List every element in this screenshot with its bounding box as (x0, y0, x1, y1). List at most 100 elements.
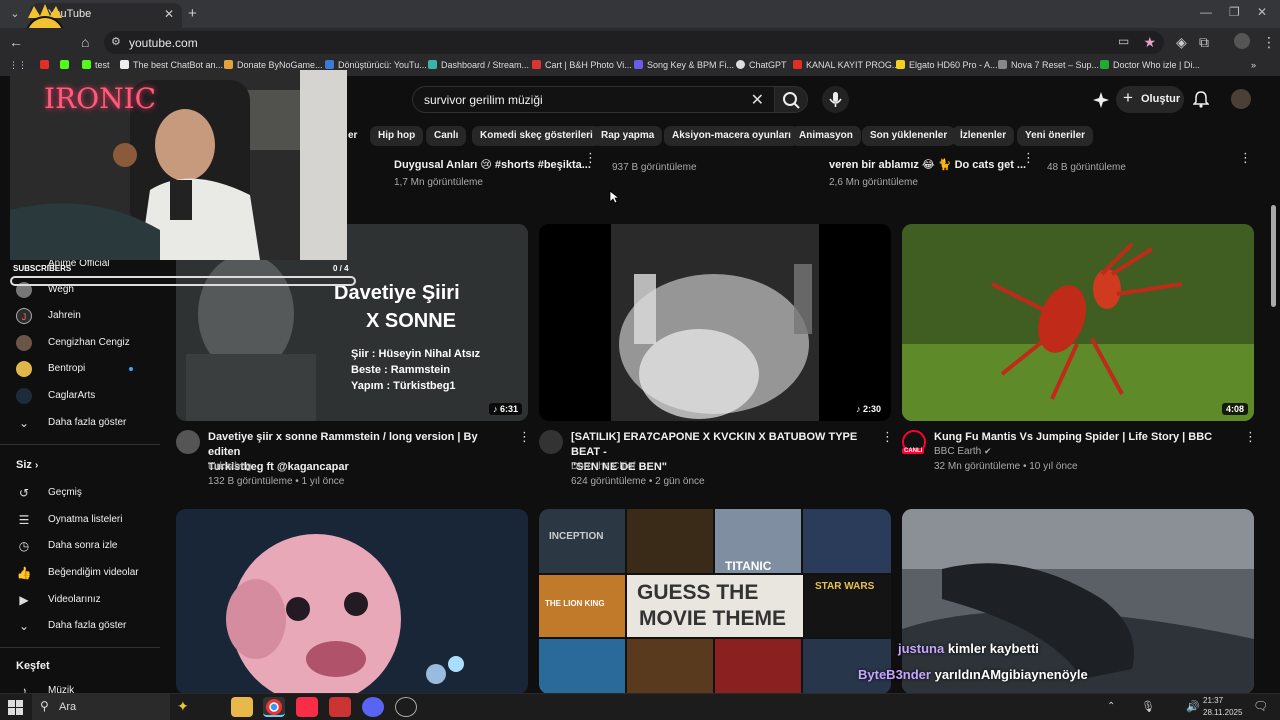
home-icon[interactable]: ⌂ (81, 34, 89, 50)
tab-close-icon[interactable]: ✕ (164, 7, 174, 21)
sidebar-history[interactable]: ↺ Geçmiş (16, 485, 166, 505)
video-menu-icon[interactable]: ⋮ (1022, 150, 1035, 166)
clear-search-icon[interactable]: ✕ (751, 90, 764, 110)
video-menu-icon[interactable]: ⋮ (584, 150, 597, 166)
bookmark-nova[interactable]: Nova 7 Reset – Sup... (998, 60, 1099, 70)
bookmark-elgato[interactable]: Elgato HD60 Pro - A... (896, 60, 998, 70)
account-avatar[interactable] (1231, 89, 1251, 109)
window-close-icon[interactable]: ✕ (1257, 5, 1267, 19)
chip-rap[interactable]: Rap yapma (593, 126, 663, 146)
notifications-bell-icon[interactable] (1193, 90, 1209, 108)
thumb-credit: Şiir : Hüseyin Nihal Atsız (351, 348, 481, 360)
thumb-title-2: X SONNE (366, 310, 457, 332)
chip-animasyon[interactable]: Animasyon (791, 126, 861, 146)
menu-kebab-icon[interactable]: ⋮ (1262, 34, 1276, 51)
duration-badge: ♪ 6:31 (488, 403, 522, 415)
chip-aksiyon[interactable]: Aksiyon-macera oyunları (664, 126, 799, 146)
video-title[interactable]: Duygusal Anları 😢 #shorts #beşikta... (394, 158, 591, 173)
sidebar-show-more-2[interactable]: ⌄ Daha fazla göster (16, 618, 166, 638)
bookmark-chatbot[interactable]: The best ChatBot an... (120, 60, 223, 70)
video-thumbnail[interactable]: 4:08 (902, 224, 1254, 421)
search-button[interactable] (774, 86, 808, 113)
clock-date[interactable]: 28.11.2025 (1203, 708, 1242, 717)
site-info-icon[interactable]: ⚙ (111, 35, 121, 48)
bookmark-kick[interactable] (60, 60, 73, 70)
maximize-icon[interactable]: ❐ (1229, 5, 1240, 19)
video-title[interactable]: Kung Fu Mantis Vs Jumping Spider | Life … (934, 430, 1234, 445)
channel-avatar[interactable] (539, 430, 563, 454)
chip-izlenenler[interactable]: İzlenenler (952, 126, 1015, 146)
cast-icon[interactable]: ▭ (1118, 34, 1129, 48)
bookmark-songkey[interactable]: Song Key & BPM Fi... (634, 60, 734, 70)
mic-tray-icon[interactable]: 🎙 (1141, 700, 1155, 713)
bookmarks-more-icon[interactable]: » (1251, 60, 1256, 70)
app-icon[interactable] (395, 697, 417, 717)
search-input[interactable]: survivor gerilim müziği ✕ (412, 86, 774, 113)
profile-avatar[interactable] (1234, 33, 1250, 49)
chip-son-yuklenenler[interactable]: Son yüklenenler (862, 126, 956, 146)
sidebar-channel-cengizhan[interactable]: Cengizhan Cengiz (16, 335, 166, 355)
video-title[interactable]: veren bir ablamız 😂 🐈 Do cats get ... (829, 158, 1026, 173)
video-title[interactable]: Davetiye şiir x sonne Rammstein / long v… (208, 430, 498, 475)
sidebar-playlists[interactable]: ☰ Oynatma listeleri (16, 512, 166, 532)
channel-avatar[interactable]: CANLI (902, 430, 926, 454)
sidebar-liked-videos[interactable]: 👍 Beğendiğim videolar (16, 565, 166, 585)
volume-icon[interactable]: 🔊 (1186, 700, 1200, 713)
bookmark-converter[interactable]: Dönüştürücü: YouTu... (325, 60, 427, 70)
channel-name[interactable]: türkistbeg (208, 459, 251, 474)
streaming-app-icon[interactable] (329, 697, 351, 717)
chip-komedi[interactable]: Komedi skeç gösterileri (472, 126, 601, 146)
clock-time[interactable]: 21:37 (1203, 696, 1223, 705)
music-app-icon[interactable] (296, 697, 318, 717)
video-thumbnail[interactable]: ♪ 2:30 (539, 224, 891, 421)
mouse-cursor (609, 190, 619, 204)
video-thumbnail[interactable] (176, 509, 528, 694)
chip-hip-hop[interactable]: Hip hop (370, 126, 424, 146)
bookmark-donate[interactable]: Donate ByNoGame... (224, 60, 323, 70)
video-menu-icon[interactable]: ⋮ (1244, 429, 1257, 445)
chip-canli[interactable]: Canlı (426, 126, 467, 146)
sidebar-show-more[interactable]: ⌄ Daha fazla göster (16, 415, 166, 435)
create-button[interactable]: + Oluştur (1116, 86, 1184, 113)
sparkle-icon[interactable] (1092, 91, 1110, 109)
discord-icon[interactable] (362, 697, 384, 717)
minimize-icon[interactable]: — (1200, 5, 1212, 19)
channel-name[interactable]: Doro the Chief (571, 459, 635, 474)
chrome-icon[interactable] (263, 697, 285, 717)
start-windows-icon[interactable] (8, 700, 23, 715)
sidebar-channel-caglararts[interactable]: CaglarArts (16, 388, 166, 408)
duration-badge: 4:08 (1221, 403, 1248, 415)
sidebar-you-heading[interactable]: Siz › (16, 459, 38, 471)
file-explorer-icon[interactable] (231, 697, 253, 717)
bookmark-dashboard[interactable]: Dashboard / Stream... (428, 60, 529, 70)
channel-name[interactable]: BBC Earth ✔ (934, 444, 992, 459)
tray-chevron-icon[interactable]: ⌃ (1107, 701, 1115, 712)
thumbnail-baby (176, 509, 528, 694)
bookmark-doctorwho[interactable]: Doctor Who izle | Di... (1100, 60, 1200, 70)
bookmark-star-icon[interactable]: ★ (1143, 34, 1156, 51)
sidebar-channel-jahrein[interactable]: J Jahrein (16, 308, 166, 328)
bookmark-bh[interactable]: Cart | B&H Photo Vi... (532, 60, 632, 70)
bookmark-youtube[interactable] (40, 60, 53, 70)
page-scrollbar-thumb[interactable] (1271, 205, 1276, 307)
bookmark-test[interactable]: test (82, 60, 110, 70)
sidebar-your-videos[interactable]: ▶ Videolarınız (16, 592, 166, 612)
shield-icon[interactable]: ◈ (1176, 34, 1187, 51)
sidebar-watch-later[interactable]: ◷ Daha sonra izle (16, 538, 166, 558)
address-bar[interactable]: ⚙ youtube.com ▭ ★ (104, 31, 1164, 54)
voice-search-button[interactable] (822, 86, 849, 113)
bookmark-kanal[interactable]: KANAL KAYIT PROG... (793, 60, 899, 70)
channel-avatar[interactable] (176, 430, 200, 454)
sidebar-channel-bentropi[interactable]: Bentropi (16, 361, 166, 381)
notification-center-icon[interactable]: 🗨 (1253, 699, 1268, 713)
back-icon[interactable]: ← (9, 34, 23, 50)
taskbar-search[interactable]: ⚲ Ara ✦ (32, 694, 189, 720)
chip-yeni-oneriler[interactable]: Yeni öneriler (1017, 126, 1094, 146)
new-tab-icon[interactable]: + (188, 5, 197, 22)
extensions-icon[interactable]: ⧉ (1199, 34, 1209, 51)
video-menu-icon[interactable]: ⋮ (881, 429, 894, 445)
bookmark-chatgpt[interactable]: ChatGPT (736, 60, 787, 70)
video-menu-icon[interactable]: ⋮ (1239, 150, 1252, 166)
video-menu-icon[interactable]: ⋮ (518, 429, 531, 445)
video-thumbnail[interactable]: INCEPTION TITANIC THE LION KING GUESS TH… (539, 509, 891, 694)
